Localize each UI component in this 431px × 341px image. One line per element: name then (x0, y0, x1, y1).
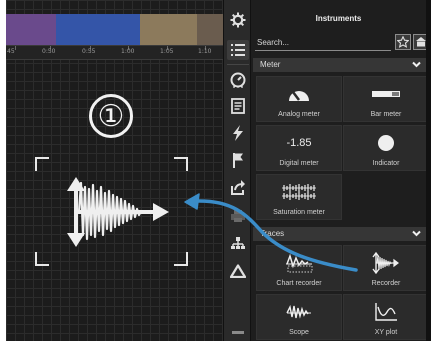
section-label: Traces (260, 229, 285, 238)
timeline-tick-label: 1:00 (121, 48, 135, 55)
gear-icon[interactable] (227, 10, 249, 30)
tile-label: Indicator (372, 160, 400, 167)
timeline-segment (6, 14, 56, 45)
recorder-icon (372, 252, 399, 274)
tile-label: Digital meter (279, 160, 319, 167)
toolbar-divider (227, 64, 249, 65)
timeline-tick-label: 1:10 (198, 48, 212, 55)
network-icon[interactable] (227, 233, 249, 253)
timeline-segment (197, 14, 223, 45)
printer-icon[interactable] (227, 206, 249, 226)
tile-saturation-meter[interactable]: Saturation meter (256, 174, 342, 220)
frame-corner (35, 157, 49, 171)
search-row (255, 34, 429, 52)
timeline-tick-label: 45 (7, 48, 15, 55)
indicator-icon (378, 135, 394, 151)
frame-corner (174, 157, 188, 171)
tile-label: Bar meter (370, 111, 402, 118)
favorites-star-button[interactable] (395, 34, 411, 50)
tile-label: Recorder (371, 280, 401, 287)
xy-plot-icon (375, 303, 397, 321)
tile-label: Chart recorder (276, 280, 322, 287)
timeline-tick-label: 1:05 (160, 48, 174, 55)
tile-label: Saturation meter (273, 209, 325, 216)
frame-corner (35, 252, 49, 266)
collapse-handle-icon[interactable] (227, 322, 249, 341)
ruler-mark (15, 46, 16, 50)
drop-target-frame[interactable] (35, 157, 188, 266)
timeline-tick-label: 0:50 (42, 48, 56, 55)
recorder-waveform-icon (67, 177, 169, 247)
section-header-traces[interactable]: Traces (253, 227, 426, 241)
triangle-icon[interactable] (227, 261, 249, 281)
tile-label: Analog meter (278, 111, 320, 118)
frame-corner (174, 252, 188, 266)
step-number-badge: ① (89, 94, 133, 138)
tile-analog-meter[interactable]: Analog meter (256, 76, 342, 122)
flag-icon[interactable] (227, 150, 249, 170)
tile-digital-meter[interactable]: -1.85 Digital meter (256, 125, 342, 171)
tile-scope[interactable]: Scope (256, 294, 342, 340)
lightning-icon[interactable] (227, 123, 249, 143)
digital-meter-icon: -1.85 (286, 137, 312, 149)
tile-bar-meter[interactable]: Bar meter (343, 76, 429, 122)
chevron-down-icon (412, 61, 421, 68)
gauge-icon[interactable] (227, 70, 249, 90)
timeline-segment (56, 14, 140, 45)
timeline-ruler[interactable]: 45 0:50 0:55 1:00 1:05 1:10 (6, 45, 223, 60)
session-canvas[interactable]: 45 0:50 0:55 1:00 1:05 1:10 ① (6, 0, 223, 341)
tile-label: Scope (289, 329, 309, 336)
analog-meter-icon (289, 91, 309, 101)
tile-label: XY plot (374, 329, 398, 336)
section-label: Meter (260, 60, 281, 69)
tile-chart-recorder[interactable]: Chart recorder (256, 245, 342, 291)
vertical-toolbar (223, 0, 251, 341)
panel-title: Instruments (315, 14, 362, 23)
star-icon (397, 36, 409, 48)
panel-edge (426, 0, 431, 341)
chart-recorder-icon (286, 253, 313, 273)
timeline-tick-label: 0:55 (82, 48, 96, 55)
search-input[interactable] (255, 34, 391, 51)
tile-indicator[interactable]: Indicator (343, 125, 429, 171)
timeline-segment (140, 14, 197, 45)
tile-recorder[interactable]: Recorder (343, 245, 429, 291)
timeline-overview[interactable] (6, 14, 223, 45)
export-icon[interactable] (227, 177, 249, 197)
tile-xy-plot[interactable]: XY plot (343, 294, 429, 340)
notes-icon[interactable] (227, 96, 249, 116)
list-icon[interactable] (227, 40, 249, 60)
instruments-panel: Instruments Meter Analog meter Bar meter… (251, 0, 431, 341)
scope-icon (286, 304, 311, 319)
chevron-down-icon (412, 230, 421, 237)
saturation-meter-icon (282, 184, 316, 200)
section-header-meter[interactable]: Meter (253, 58, 426, 72)
bar-meter-icon (372, 91, 400, 97)
